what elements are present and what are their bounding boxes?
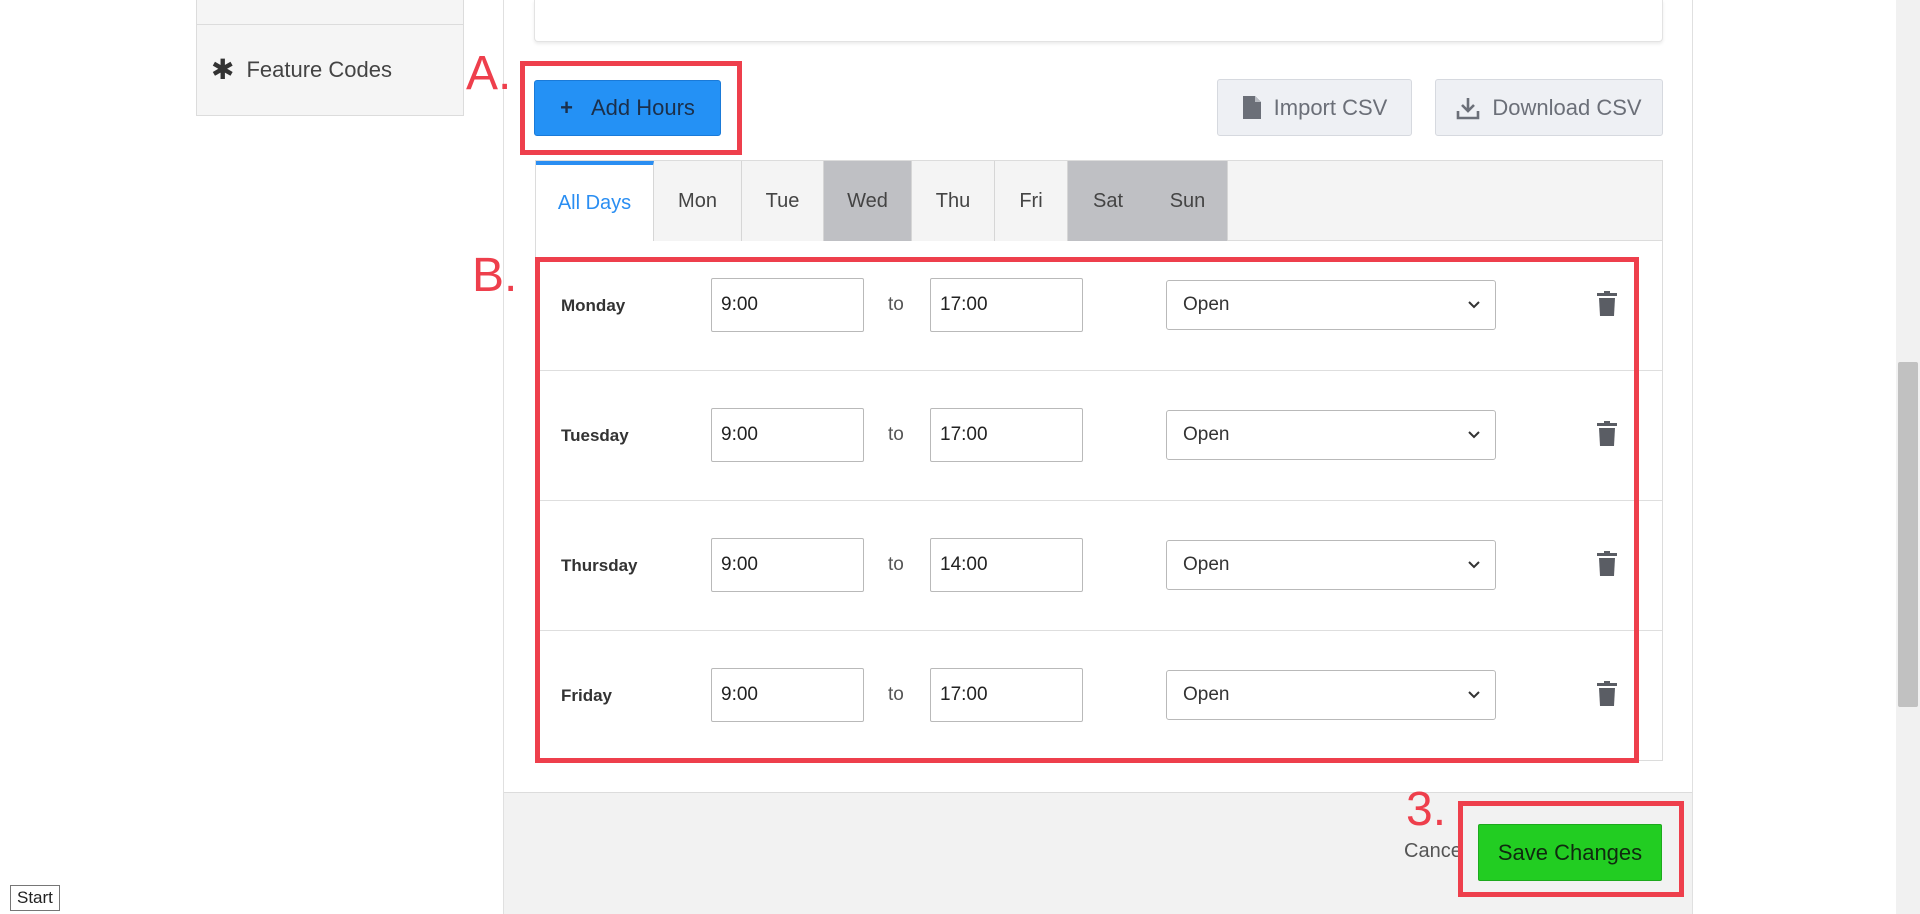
tab-fri[interactable]: Fri [995, 161, 1068, 241]
tab-label: Thu [935, 189, 971, 212]
annotation-box-c [1458, 801, 1684, 897]
tab-label: Tue [765, 189, 800, 212]
tab-label: Sat [1092, 189, 1124, 212]
tab-thu[interactable]: Thu [912, 161, 995, 241]
main-border-right [1692, 0, 1693, 914]
tab-wed[interactable]: Wed [824, 161, 912, 241]
tab-label: Wed [847, 189, 888, 212]
cancel-link[interactable]: Cance [1404, 840, 1462, 863]
main-border-left [503, 0, 504, 914]
import-csv-button[interactable]: Import CSV [1217, 79, 1412, 136]
sidebar: ✱ Feature Codes [196, 0, 464, 116]
file-icon [1242, 96, 1261, 119]
download-icon [1457, 97, 1480, 119]
tab-all-days[interactable]: All Days [536, 161, 654, 242]
tab-label: Fri [1019, 189, 1043, 212]
download-csv-label: Download CSV [1492, 94, 1642, 120]
annotation-box-b [535, 257, 1639, 763]
day-tabs: All Days Mon Tue Wed Thu Fri Sat Sun [535, 160, 1663, 242]
download-csv-button[interactable]: Download CSV [1435, 79, 1663, 136]
sidebar-item-label: Feature Codes [246, 57, 392, 82]
tab-label: Sun [1169, 189, 1206, 212]
annotation-box-a [520, 61, 742, 155]
annotation-label-a: A. [466, 47, 512, 100]
tab-label: Mon [678, 189, 717, 212]
tab-sat[interactable]: Sat [1068, 161, 1148, 241]
start-label: Start [17, 888, 53, 907]
import-csv-label: Import CSV [1273, 94, 1388, 120]
start-button[interactable]: Start [10, 885, 60, 911]
scrollbar-thumb[interactable] [1898, 362, 1918, 707]
tab-label: All Days [557, 192, 632, 214]
top-card [534, 0, 1663, 42]
annotation-label-c: 3. [1406, 783, 1447, 836]
tab-mon[interactable]: Mon [654, 161, 742, 241]
tab-sun[interactable]: Sun [1148, 161, 1228, 241]
annotation-label-b: B. [472, 249, 518, 302]
asterisk-icon: ✱ [211, 54, 235, 85]
sidebar-item-feature-codes[interactable]: ✱ Feature Codes [197, 25, 463, 115]
tab-tue[interactable]: Tue [742, 161, 824, 241]
